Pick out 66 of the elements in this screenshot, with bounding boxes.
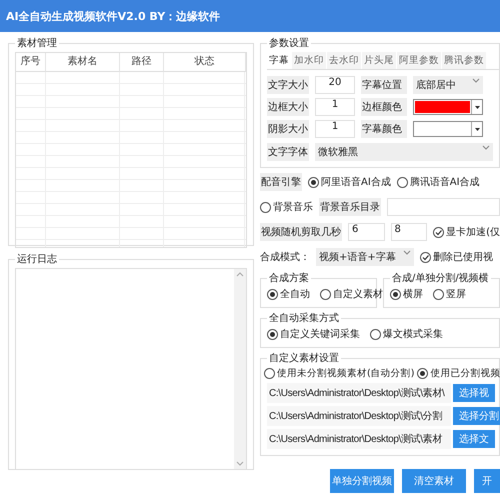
radio-button[interactable]: 全自动 [267,287,310,301]
radio-button[interactable]: 使用未分割视频素材(自动分割) [264,367,414,380]
group-title: 自定义素材设置 [268,352,340,365]
window-title: AI全自动生成视频软件V2.0 BY：边缘软件 [0,0,500,32]
radio-button[interactable]: 腾讯语音AI合成 [396,175,480,189]
radio-button[interactable]: 自定义关键词采集 [267,327,360,341]
path-field[interactable]: C:\Users\Administrator\Desktop\测试\素材\ [267,383,451,403]
dropdown[interactable]: 底部居中 [413,76,483,94]
caret-down-icon [474,128,480,130]
radio-button[interactable]: 阿里语音AI合成 [308,175,391,189]
tab[interactable]: 腾讯参数 [442,52,486,69]
radio-button[interactable]: 爆文模式采集 [370,327,443,341]
field-label: 背景音乐目录 [319,198,381,216]
tab[interactable]: 去水印 [327,52,361,69]
column-header: 序号 [16,53,46,72]
field-label: 字幕位置 [361,76,407,94]
chevron-down-icon [472,78,480,83]
field-label: 阴影大小 [267,120,309,138]
radio-button[interactable]: 横屏 [390,287,423,301]
dropdown[interactable]: 微软雅黑 [315,143,493,161]
radio-button[interactable]: 使用已分割视频 [417,367,500,380]
path-field[interactable]: C:\Users\Administrator\Desktop\测试\分割 [267,406,451,426]
field-label: 配音引擎 [260,173,302,191]
path-field[interactable]: C:\Users\Administrator\Desktop\测试\素材 [267,429,451,449]
checkbox[interactable]: 显卡加速(仅 [433,225,500,239]
column-header: 路径 [120,53,164,72]
input-field[interactable]: 20 [315,76,355,94]
field-label: 文字大小 [267,76,309,94]
color-picker[interactable] [413,99,483,115]
tab[interactable]: 加水印 [292,52,326,69]
input-field[interactable]: 6 [348,223,385,241]
radio-button[interactable]: 自定义素材 [320,287,383,301]
dropdown-value: 底部居中 [416,78,456,92]
input-field[interactable]: 1 [315,98,355,116]
color-picker[interactable] [413,121,483,137]
field-label: 文字字体 [267,143,309,161]
tab[interactable]: 阿里参数 [397,52,441,69]
caret-down-icon [474,106,480,108]
chevron-down-icon [482,145,490,150]
dropdown-value: 微软雅黑 [318,146,358,159]
chevron-up-icon [236,272,244,277]
group-title: 合成方案 [268,272,310,285]
chevron-down-icon [236,461,244,466]
dropdown[interactable]: 视频+语音+字幕 [316,248,414,266]
group-title: 参数设置 [268,36,310,50]
field-label: 视频随机剪取几秒 [260,223,342,241]
group-title: 素材管理 [16,36,58,50]
field-label: 字幕颜色 [361,120,407,138]
radio-button[interactable]: 背景音乐 [260,200,313,214]
input-field[interactable]: 8 [390,223,428,241]
radio-button[interactable]: 竖屏 [433,287,466,301]
column-header: 素材名 [46,53,120,72]
column-header: 状态 [164,53,246,72]
dropdown-value: 视频+语音+字幕 [319,250,396,264]
group-title: 全自动采集方式 [268,312,340,325]
field-label: 边框大小 [267,98,309,116]
field-label: 合成模式： [260,250,310,264]
chevron-down-icon [403,250,411,255]
tab[interactable]: 片头尾 [362,52,396,69]
scrollbar[interactable] [234,269,246,469]
field-label: 边框颜色 [361,98,407,116]
input-field[interactable] [387,198,500,216]
group-title: 运行日志 [16,252,58,266]
checkbox[interactable]: 删除已使用视 [420,250,493,264]
input-field[interactable]: 1 [315,120,355,138]
group-title: 合成/单独分割/视频横 [391,272,490,285]
